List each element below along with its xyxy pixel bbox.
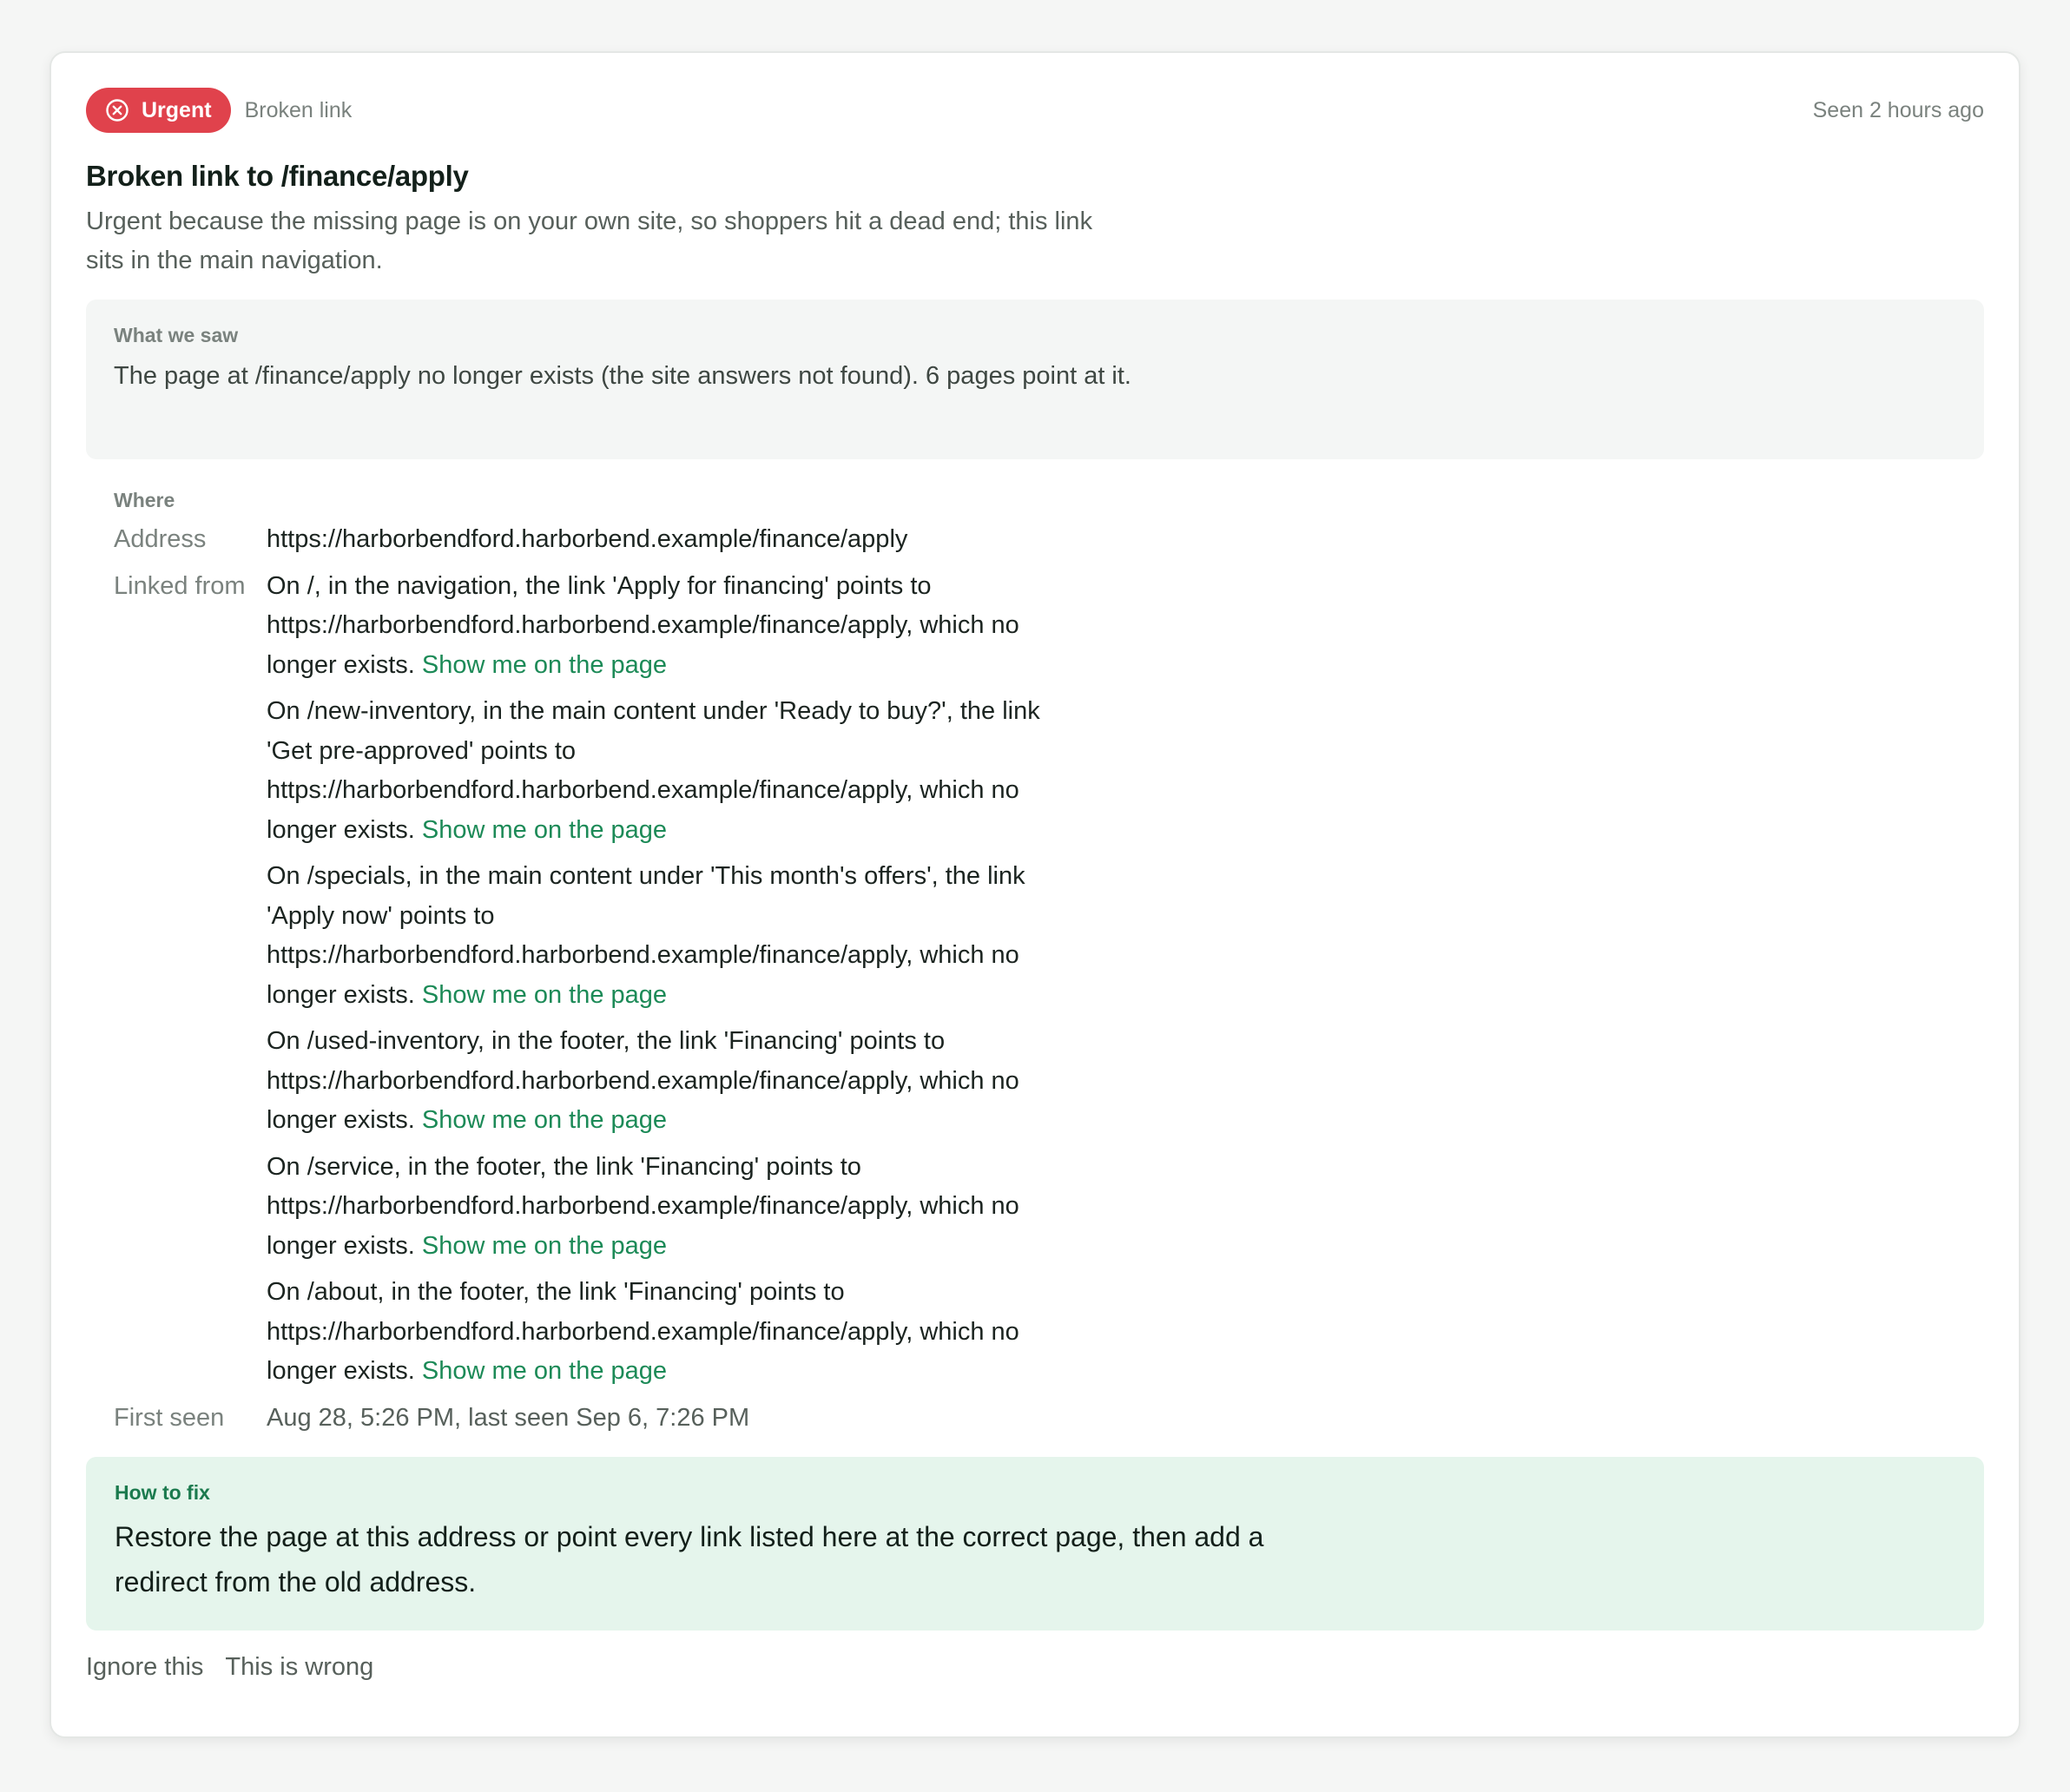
card-actions: Ignore this This is wrong bbox=[86, 1653, 1984, 1682]
issue-card: Urgent Broken link Seen 2 hours ago Brok… bbox=[49, 51, 2021, 1738]
show-on-page-link[interactable]: Show me on the page bbox=[422, 651, 667, 679]
ignore-button[interactable]: Ignore this bbox=[86, 1653, 203, 1682]
how-to-fix-text: Restore the page at this address or poin… bbox=[115, 1521, 1264, 1598]
badge-label: Urgent bbox=[142, 97, 212, 122]
issue-category: Broken link bbox=[244, 97, 353, 122]
linked-from-list: On /, in the navigation, the link 'Apply… bbox=[267, 567, 1083, 1399]
issue-summary: Urgent because the missing page is on yo… bbox=[86, 208, 1093, 274]
first-seen-value: Aug 28, 5:26 PM, last seen Sep 6, 7:26 P… bbox=[267, 1403, 750, 1432]
list-item: On /service, in the footer, the link 'Fi… bbox=[267, 1148, 1083, 1267]
list-item: On /about, in the footer, the link 'Fina… bbox=[267, 1273, 1083, 1392]
first-seen-row: First seen Aug 28, 5:26 PM, last seen Se… bbox=[114, 1399, 1956, 1439]
what-we-saw-text: The page at /finance/apply no longer exi… bbox=[114, 362, 1131, 390]
show-on-page-link[interactable]: Show me on the page bbox=[422, 981, 667, 1009]
show-on-page-link[interactable]: Show me on the page bbox=[422, 816, 667, 844]
seen-timestamp: Seen 2 hours ago bbox=[1812, 97, 1984, 122]
what-we-saw-label: What we saw bbox=[114, 324, 239, 346]
where-section: Where Address https://harborbendford.har… bbox=[86, 459, 1984, 1438]
address-value: https://harborbendford.harborbend.exampl… bbox=[267, 525, 908, 553]
list-item: On /used-inventory, in the footer, the l… bbox=[267, 1022, 1083, 1141]
report-wrong-button[interactable]: This is wrong bbox=[225, 1653, 373, 1682]
show-on-page-link[interactable]: Show me on the page bbox=[422, 1357, 667, 1385]
urgent-badge: Urgent bbox=[86, 88, 231, 133]
show-on-page-link[interactable]: Show me on the page bbox=[422, 1106, 667, 1134]
what-we-saw-panel: What we saw The page at /finance/apply n… bbox=[86, 300, 1984, 459]
first-seen-label: First seen bbox=[114, 1403, 225, 1432]
issue-title: Broken link to /finance/apply bbox=[86, 160, 469, 192]
list-item: On /new-inventory, in the main content u… bbox=[267, 692, 1083, 850]
linked-from-label: Linked from bbox=[114, 571, 246, 600]
linked-from-row: Linked from On /, in the navigation, the… bbox=[114, 567, 1956, 1399]
card-header: Urgent Broken link Seen 2 hours ago bbox=[86, 88, 1984, 133]
where-label: Where bbox=[114, 489, 175, 511]
x-circle-icon bbox=[105, 98, 129, 122]
list-item: On /, in the navigation, the link 'Apply… bbox=[267, 567, 1083, 686]
address-row: Address https://harborbendford.harborben… bbox=[114, 520, 1956, 560]
how-to-fix-panel: How to fix Restore the page at this addr… bbox=[86, 1457, 1984, 1631]
show-on-page-link[interactable]: Show me on the page bbox=[422, 1232, 667, 1260]
list-item: On /specials, in the main content under … bbox=[267, 857, 1083, 1015]
address-label: Address bbox=[114, 525, 207, 553]
how-to-fix-label: How to fix bbox=[115, 1481, 210, 1504]
